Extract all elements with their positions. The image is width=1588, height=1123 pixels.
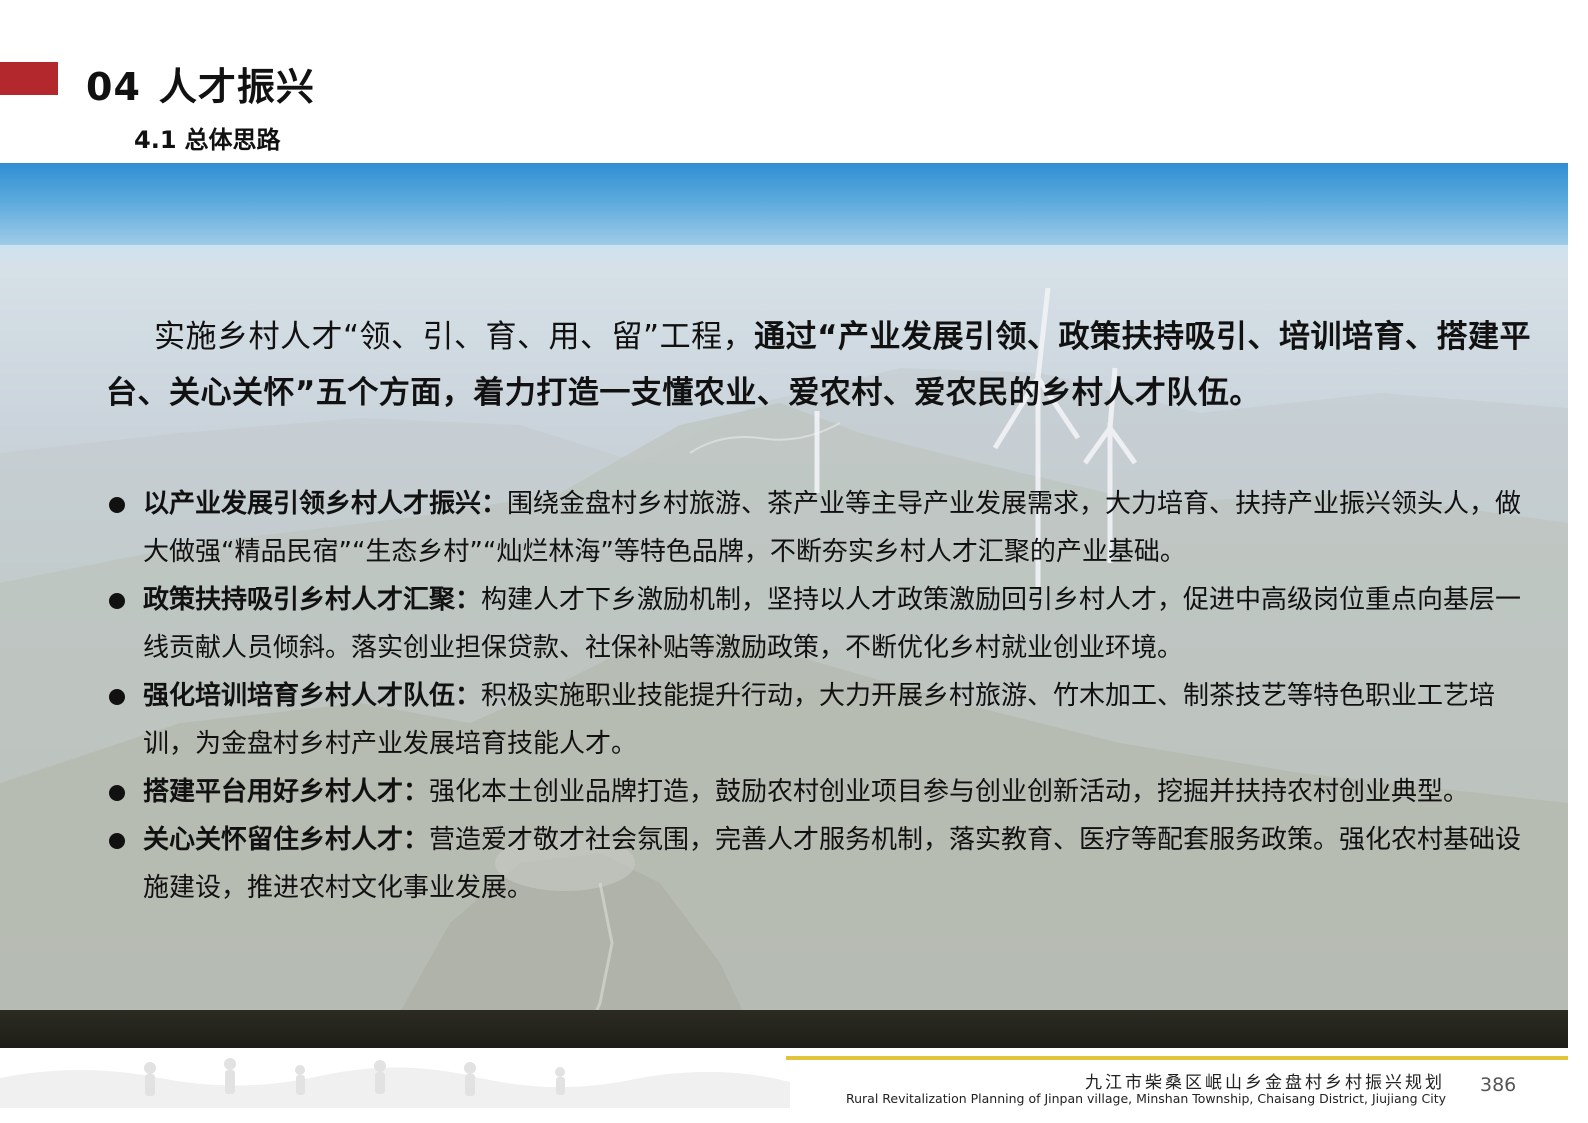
- bullet-lead: 以产业发展引领乡村人才振兴：: [143, 489, 508, 519]
- footer-accent-line: [786, 1056, 1568, 1060]
- section-title: 04 人才振兴: [86, 56, 315, 111]
- bullet-lead: 关心关怀留住乡村人才：: [143, 825, 430, 855]
- bullet-lead: 搭建平台用好乡村人才：: [143, 777, 430, 807]
- footer-title-cn: 九江市柴桑区岷山乡金盘村乡村振兴规划: [1085, 1073, 1445, 1093]
- bullet-industry-lead: 以产业发展引领乡村人才振兴：围绕金盘村乡村旅游、茶产业等主导产业发展需求，大力培…: [106, 480, 1526, 576]
- section-marker-bar: [0, 62, 58, 95]
- bullet-care-retain: 关心关怀留住乡村人才：营造爱才敬才社会氛围，完善人才服务机制，落实教育、医疗等配…: [106, 816, 1526, 912]
- strategy-bullet-list: 以产业发展引领乡村人才振兴：围绕金盘村乡村旅游、茶产业等主导产业发展需求，大力培…: [106, 480, 1526, 912]
- intro-normal-text: 实施乡村人才“领、引、育、用、留”工程，: [154, 319, 755, 355]
- footer-decoration-image: [0, 1048, 790, 1108]
- bullet-dot-icon: [109, 833, 125, 849]
- footer-title-en: Rural Revitalization Planning of Jinpan …: [846, 1091, 1446, 1106]
- bullet-text: 强化本土创业品牌打造，鼓励农村创业项目参与创业创新活动，挖掘并扶持农村创业典型。: [429, 777, 1470, 807]
- bullet-policy-attract: 政策扶持吸引乡村人才汇聚：构建人才下乡激励机制，坚持以人才政策激励回引乡村人才，…: [106, 576, 1526, 672]
- bullet-platform: 搭建平台用好乡村人才：强化本土创业品牌打造，鼓励农村创业项目参与创业创新活动，挖…: [106, 768, 1526, 816]
- section-title-text: 人才振兴: [158, 65, 315, 109]
- subsection-title-text: 总体思路: [184, 126, 281, 154]
- bullet-dot-icon: [109, 689, 125, 705]
- bullet-dot-icon: [109, 785, 125, 801]
- section-number: 04: [86, 65, 141, 109]
- bullet-lead: 强化培训培育乡村人才队伍：: [143, 681, 482, 711]
- bullet-training: 强化培训培育乡村人才队伍：积极实施职业技能提升行动，大力开展乡村旅游、竹木加工、…: [106, 672, 1526, 768]
- photo-bottom-strip: [0, 1010, 1568, 1048]
- subsection-title: 4.1 总体思路: [134, 120, 281, 155]
- bullet-lead: 政策扶持吸引乡村人才汇聚：: [143, 585, 482, 615]
- sky-band: [0, 163, 1568, 245]
- subsection-number: 4.1: [134, 126, 177, 154]
- bullet-dot-icon: [109, 497, 125, 513]
- bullet-dot-icon: [109, 593, 125, 609]
- page-number: 386: [1480, 1074, 1517, 1096]
- intro-paragraph: 实施乡村人才“领、引、育、用、留”工程，通过“产业发展引领、政策扶持吸引、培训培…: [106, 309, 1536, 421]
